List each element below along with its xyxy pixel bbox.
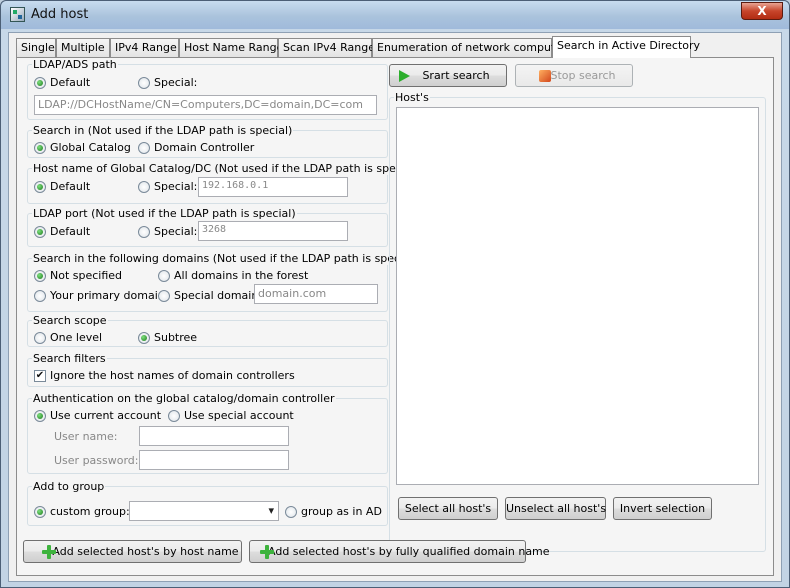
window-title: Add host <box>31 7 89 22</box>
ldap-port-title: LDAP port (Not used if the LDAP path is … <box>32 207 297 220</box>
host-special-input[interactable]: 192.168.0.1 <box>198 177 348 197</box>
tab-host-name-range[interactable]: Host Name Range <box>179 38 283 58</box>
invert-selection-button[interactable]: Invert selection <box>613 497 712 520</box>
tab-multiple[interactable]: Multiple <box>56 38 110 58</box>
hosts-title: Host's <box>394 91 430 104</box>
add-by-fqdn-label: Add selected host's by fully qualified d… <box>268 545 550 558</box>
current-account-label: Use current account <box>50 409 162 422</box>
global-catalog-radio[interactable] <box>34 142 46 154</box>
host-default-label: Default <box>50 180 91 193</box>
plus-icon <box>260 545 274 559</box>
special-account-label: Use special account <box>184 409 294 422</box>
custom-group-label: custom group: <box>50 505 130 518</box>
ldap-special-label: Special: <box>154 76 198 89</box>
unselect-all-button[interactable]: Unselect all host's <box>505 497 606 520</box>
add-to-group-group: Add to group custom group: group as in A… <box>27 480 388 526</box>
search-in-title: Search in (Not used if the LDAP path is … <box>32 124 294 137</box>
port-default-label: Default <box>50 225 91 238</box>
port-special-radio[interactable] <box>138 226 150 238</box>
custom-group-radio[interactable] <box>34 506 46 518</box>
user-password-label: User password: <box>54 454 139 467</box>
special-domain-label: Special domain: <box>174 289 263 302</box>
domains-group: Search in the following domains (Not use… <box>27 252 419 312</box>
domains-title: Search in the following domains (Not use… <box>32 252 419 265</box>
add-by-host-name-button[interactable]: Add selected host's by host name <box>23 540 242 563</box>
user-name-input[interactable] <box>139 426 289 446</box>
stop-search-button[interactable]: Stop search <box>515 64 633 87</box>
host-name-group: Host name of Global Catalog/DC (Not used… <box>27 162 421 204</box>
plus-icon <box>42 545 56 559</box>
ldap-default-radio[interactable] <box>34 77 46 89</box>
custom-group-select[interactable] <box>129 501 279 521</box>
ldap-special-radio[interactable] <box>138 77 150 89</box>
stop-icon <box>539 70 551 82</box>
tab-single[interactable]: Single <box>16 38 56 58</box>
primary-domain-radio[interactable] <box>34 290 46 302</box>
user-password-input[interactable] <box>139 450 289 470</box>
tab-search-active-directory[interactable]: Search in Active Directory <box>552 36 700 58</box>
primary-domain-label: Your primary domain <box>50 289 165 302</box>
domain-controller-label: Domain Controller <box>154 141 255 154</box>
host-special-label: Special: <box>154 180 198 193</box>
all-domains-radio[interactable] <box>158 270 170 282</box>
select-all-button[interactable]: Select all host's <box>398 497 498 520</box>
port-default-radio[interactable] <box>34 226 46 238</box>
search-scope-title: Search scope <box>32 314 108 327</box>
title-bar[interactable]: Add host X <box>1 1 789 29</box>
host-default-radio[interactable] <box>34 181 46 193</box>
search-filters-title: Search filters <box>32 352 107 365</box>
ldap-path-input[interactable]: LDAP://DCHostName/CN=Computers,DC=domain… <box>34 95 377 115</box>
authentication-title: Authentication on the global catalog/dom… <box>32 392 336 405</box>
group-as-in-ad-radio[interactable] <box>285 506 297 518</box>
domain-controller-radio[interactable] <box>138 142 150 154</box>
port-special-input[interactable]: 3268 <box>198 221 348 241</box>
play-icon <box>399 70 410 82</box>
subtree-radio[interactable] <box>138 332 150 344</box>
tab-enumeration[interactable]: Enumeration of network computers <box>372 38 572 58</box>
host-name-title: Host name of Global Catalog/DC (Not used… <box>32 162 421 175</box>
hosts-list[interactable] <box>396 107 759 485</box>
not-specified-radio[interactable] <box>34 270 46 282</box>
special-account-radio[interactable] <box>168 410 180 422</box>
search-filters-group: Search filters ✔ Ignore the host names o… <box>27 352 388 387</box>
current-account-radio[interactable] <box>34 410 46 422</box>
host-special-radio[interactable] <box>138 181 150 193</box>
search-scope-group: Search scope One level Subtree <box>27 314 388 347</box>
tab-panel: LDAP/ADS path Default Special: LDAP://DC… <box>16 57 774 576</box>
ignore-dc-checkbox[interactable]: ✔ <box>34 370 46 382</box>
tab-scan-ipv4-range[interactable]: Scan IPv4 Range <box>278 38 375 58</box>
port-special-label: Special: <box>154 225 198 238</box>
all-domains-label: All domains in the forest <box>174 269 309 282</box>
user-name-label: User name: <box>54 430 118 443</box>
ldap-default-label: Default <box>50 76 91 89</box>
search-in-group: Search in (Not used if the LDAP path is … <box>27 124 388 158</box>
group-as-in-ad-label: group as in AD <box>301 505 382 518</box>
dialog-body: Single Multiple IPv4 Range Host Name Ran… <box>8 32 782 582</box>
start-search-button[interactable]: Srart search <box>389 64 507 87</box>
ldap-path-title: LDAP/ADS path <box>32 58 118 71</box>
close-button[interactable]: X <box>741 2 783 20</box>
special-domain-radio[interactable] <box>158 290 170 302</box>
not-specified-label: Not specified <box>50 269 123 282</box>
subtree-label: Subtree <box>154 331 198 344</box>
add-by-fqdn-button[interactable]: Add selected host's by fully qualified d… <box>249 540 550 563</box>
one-level-label: One level <box>50 331 103 344</box>
ldap-path-group: LDAP/ADS path Default Special: LDAP://DC… <box>27 58 388 120</box>
ignore-dc-label: Ignore the host names of domain controll… <box>50 369 295 382</box>
authentication-group: Authentication on the global catalog/dom… <box>27 392 388 474</box>
one-level-radio[interactable] <box>34 332 46 344</box>
add-by-host-name-label: Add selected host's by host name <box>52 545 239 558</box>
tab-ipv4-range[interactable]: IPv4 Range <box>110 38 179 58</box>
app-icon <box>10 7 25 22</box>
add-host-window: Add host X Single Multiple IPv4 Range Ho… <box>0 0 790 588</box>
ldap-port-group: LDAP port (Not used if the LDAP path is … <box>27 207 388 247</box>
add-to-group-title: Add to group <box>32 480 106 493</box>
global-catalog-label: Global Catalog <box>50 141 131 154</box>
special-domain-input[interactable]: domain.com <box>254 284 378 304</box>
start-search-label: Srart search <box>422 69 490 82</box>
